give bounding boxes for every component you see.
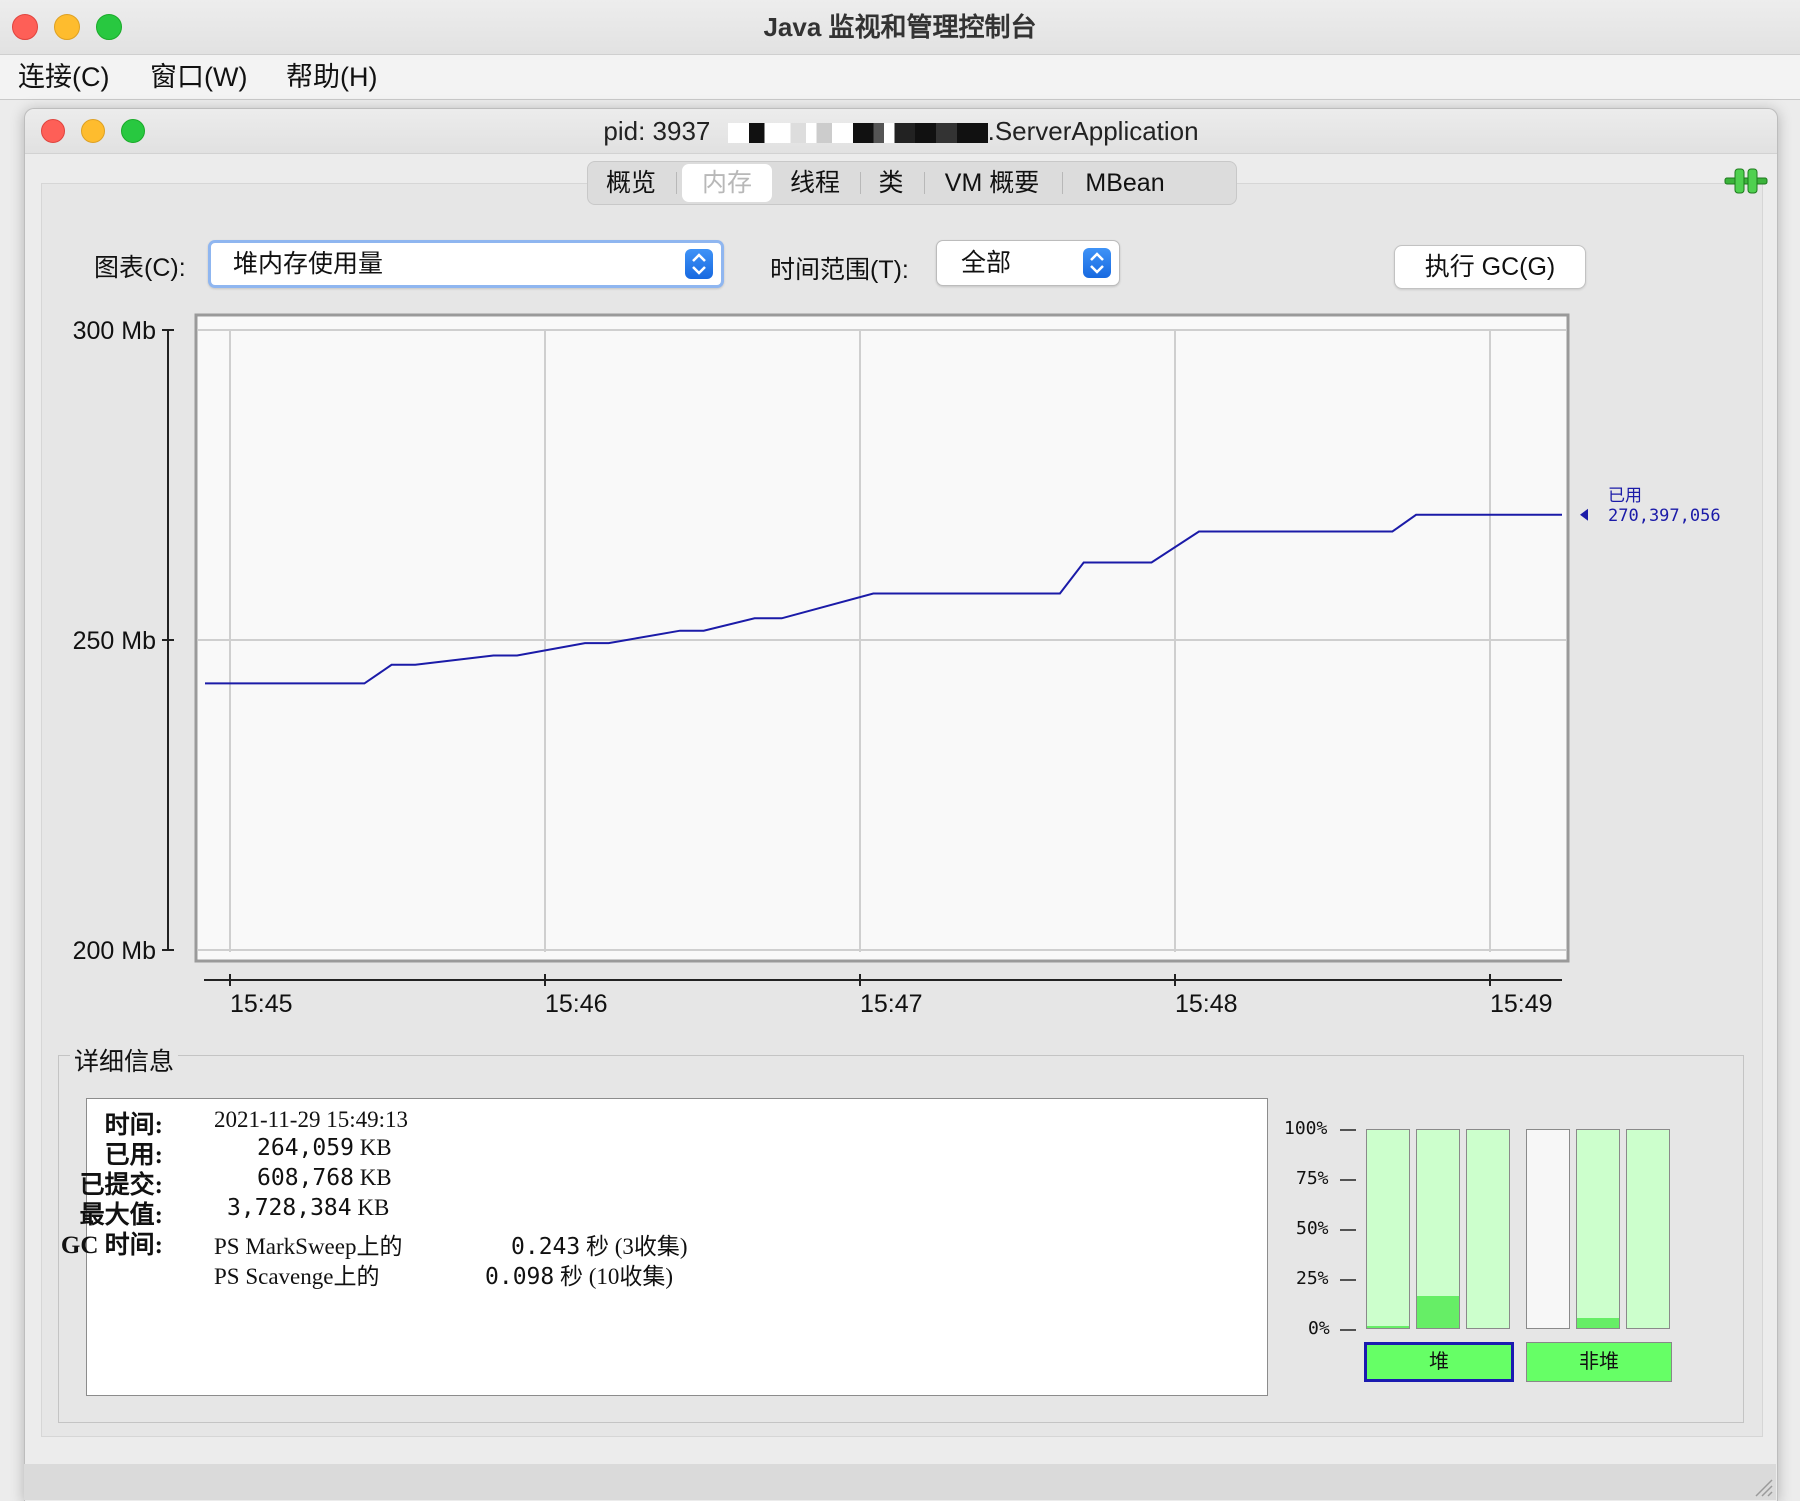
nonheap-pool-bar-3[interactable] <box>1626 1129 1670 1329</box>
pool-axis-25: 25% <box>1296 1268 1329 1289</box>
legend-label: 已用 <box>1608 486 1642 506</box>
detail-gc1-name: PS MarkSweep上的 <box>214 1234 403 1259</box>
x-tick-label: 15:48 <box>1175 990 1238 1018</box>
detail-committed-value: 608,768 <box>257 1165 354 1191</box>
x-tick-label: 15:49 <box>1490 990 1553 1018</box>
resize-grip-icon[interactable] <box>1752 1476 1774 1498</box>
nonheap-pool-bar-2[interactable] <box>1576 1129 1620 1329</box>
detail-gc-key: GC 时间: <box>60 1232 163 1259</box>
x-tick-label: 15:46 <box>545 990 608 1018</box>
heap-pool-bar-3[interactable] <box>1466 1129 1510 1329</box>
plot-area <box>194 313 1570 963</box>
window-bottom-strip <box>24 1464 1776 1500</box>
detail-max-unit: KB <box>357 1195 390 1220</box>
heap-pool-bar-1[interactable] <box>1366 1129 1410 1329</box>
x-tick-label: 15:45 <box>230 990 293 1018</box>
detail-gc1-unit: 秒 <box>586 1234 609 1259</box>
detail-gc2-time: 0.098 <box>485 1264 555 1290</box>
detail-gc2-unit: 秒 <box>560 1264 583 1289</box>
legend-value: 270,397,056 <box>1608 506 1721 526</box>
details-title: 详细信息 <box>70 1042 179 1078</box>
heap-pool-button[interactable]: 堆 <box>1364 1342 1514 1382</box>
y-tick-label: 300 Mb <box>73 317 156 345</box>
nonheap-pool-button[interactable]: 非堆 <box>1526 1342 1672 1382</box>
pool-fill <box>1367 1326 1409 1328</box>
pool-axis-75: 75% <box>1296 1168 1329 1189</box>
detail-gc1-count: (3收集) <box>614 1234 688 1259</box>
y-tick-label: 250 Mb <box>73 627 156 655</box>
detail-max-value: 3,728,384 <box>227 1195 352 1221</box>
x-tick-label: 15:47 <box>860 990 923 1018</box>
pool-axis-ticks <box>1340 1129 1356 1331</box>
pool-axis-50: 50% <box>1296 1218 1329 1239</box>
pool-axis-100: 100% <box>1284 1118 1328 1139</box>
y-tick-label: 200 Mb <box>73 937 156 965</box>
detail-used-unit: KB <box>359 1135 392 1160</box>
heap-usage-chart: 300 Mb 250 Mb 200 Mb 15:45 15:46 15:47 15:48 1… <box>73 313 1721 1018</box>
pool-axis-0: 0% <box>1308 1318 1330 1339</box>
legend-marker-icon <box>1580 508 1588 521</box>
pool-fill <box>1577 1318 1619 1328</box>
detail-committed-unit: KB <box>359 1165 392 1190</box>
detail-gc2-name: PS Scavenge上的 <box>214 1264 380 1289</box>
pool-fill <box>1417 1296 1459 1328</box>
details-panel: 时间: 2021-11-29 15:49:13 已用: 264,059 KB 已… <box>61 1098 1268 1396</box>
detail-used-value: 264,059 <box>257 1135 354 1161</box>
detail-gc2-count: (10收集) <box>588 1264 674 1289</box>
detail-time-value: 2021-11-29 15:49:13 <box>214 1107 408 1132</box>
nonheap-pool-bar-1[interactable] <box>1526 1129 1570 1329</box>
heap-pool-bar-2[interactable] <box>1416 1129 1460 1329</box>
